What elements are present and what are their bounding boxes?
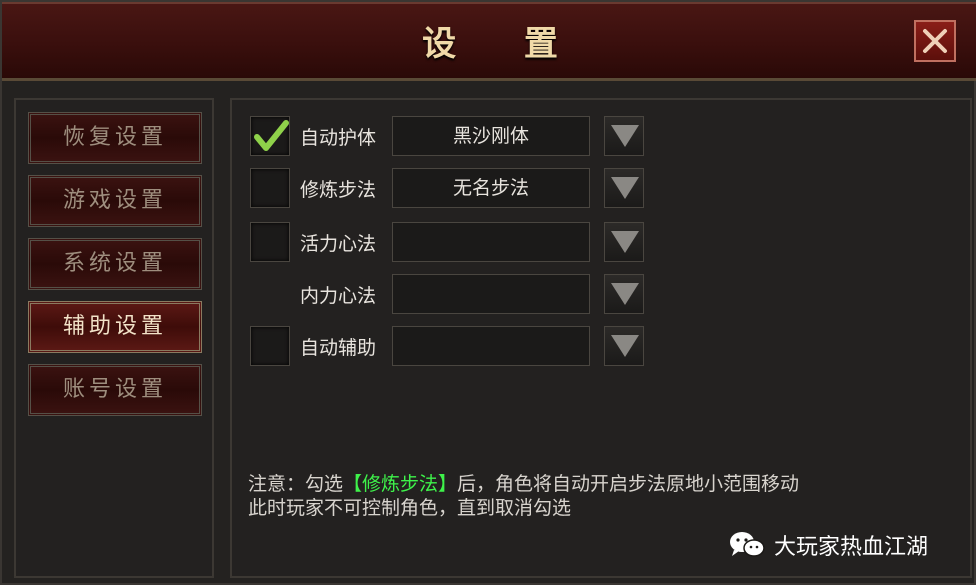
auto-protect-label: 自动护体 (300, 127, 377, 149)
triangle-down-icon (611, 335, 639, 357)
notice-line-2: 此时玩家不可控制角色，直到取消勾选 (248, 497, 572, 519)
checkmark-icon (254, 120, 289, 151)
triangle-down-icon (611, 283, 639, 305)
sidebar-item-account[interactable]: 账号设置 (28, 364, 202, 416)
auto-protect-dropdown-button[interactable] (604, 116, 644, 156)
sidebar-item-game[interactable]: 游戏设置 (28, 175, 202, 227)
option-row-auto-assist: 自动辅助 (232, 324, 932, 368)
triangle-down-icon (611, 125, 639, 147)
wechat-icon (730, 532, 765, 557)
title-bar: 设 置 (2, 2, 976, 81)
vitality-select[interactable] (392, 222, 590, 262)
vitality-dropdown-button[interactable] (604, 222, 644, 262)
auto-assist-dropdown-button[interactable] (604, 326, 644, 366)
notice-text: 注意：勾选【修炼步法】后，角色将自动开启步法原地小范围移动 此时玩家不可控制角色… (248, 472, 799, 520)
inner-power-dropdown-button[interactable] (604, 274, 644, 314)
assist-settings-panel: 自动护体 黑沙刚体 修炼步法 无名步法 活力心法 内力心法 自动辅助 注意：勾选… (230, 98, 972, 578)
vitality-label: 活力心法 (300, 233, 377, 255)
sidebar-item-system[interactable]: 系统设置 (28, 238, 202, 290)
watermark: 大玩家热血江湖 (728, 530, 928, 560)
auto-assist-label: 自动辅助 (300, 337, 377, 359)
notice-line-1: 注意：勾选【修炼步法】后，角色将自动开启步法原地小范围移动 (248, 472, 799, 496)
settings-sidebar: 恢复设置 游戏设置 系统设置 辅助设置 账号设置 (14, 98, 214, 578)
notice-prefix: 注意：勾选 (248, 473, 344, 495)
settings-window: 设 置 恢复设置 游戏设置 系统设置 辅助设置 账号设置 自动护体 黑沙刚体 修… (0, 0, 976, 585)
auto-protect-checkbox[interactable] (250, 116, 290, 156)
inner-power-label: 内力心法 (300, 285, 377, 307)
option-row-auto-protect: 自动护体 黑沙刚体 (232, 114, 932, 158)
close-button[interactable] (914, 20, 956, 62)
notice-suffix: 后，角色将自动开启步法原地小范围移动 (457, 473, 800, 495)
triangle-down-icon (611, 231, 639, 253)
footwork-select[interactable]: 无名步法 (392, 168, 590, 208)
sidebar-item-assist[interactable]: 辅助设置 (28, 301, 202, 353)
sidebar-item-restore[interactable]: 恢复设置 (28, 112, 202, 164)
auto-protect-select[interactable]: 黑沙刚体 (392, 116, 590, 156)
auto-assist-checkbox[interactable] (250, 326, 290, 366)
close-icon (923, 29, 947, 53)
window-title: 设 置 (422, 24, 586, 64)
option-row-vitality: 活力心法 (232, 220, 932, 264)
footwork-checkbox[interactable] (250, 168, 290, 208)
inner-power-select[interactable] (392, 274, 590, 314)
vitality-checkbox[interactable] (250, 222, 290, 262)
footwork-label: 修炼步法 (300, 179, 377, 201)
option-row-footwork: 修炼步法 无名步法 (232, 166, 932, 210)
auto-assist-select[interactable] (392, 326, 590, 366)
watermark-text: 大玩家热血江湖 (774, 535, 929, 560)
option-row-inner-power: 内力心法 (232, 272, 932, 316)
notice-highlight: 【修炼步法】 (343, 473, 458, 495)
triangle-down-icon (611, 177, 639, 199)
footwork-dropdown-button[interactable] (604, 168, 644, 208)
